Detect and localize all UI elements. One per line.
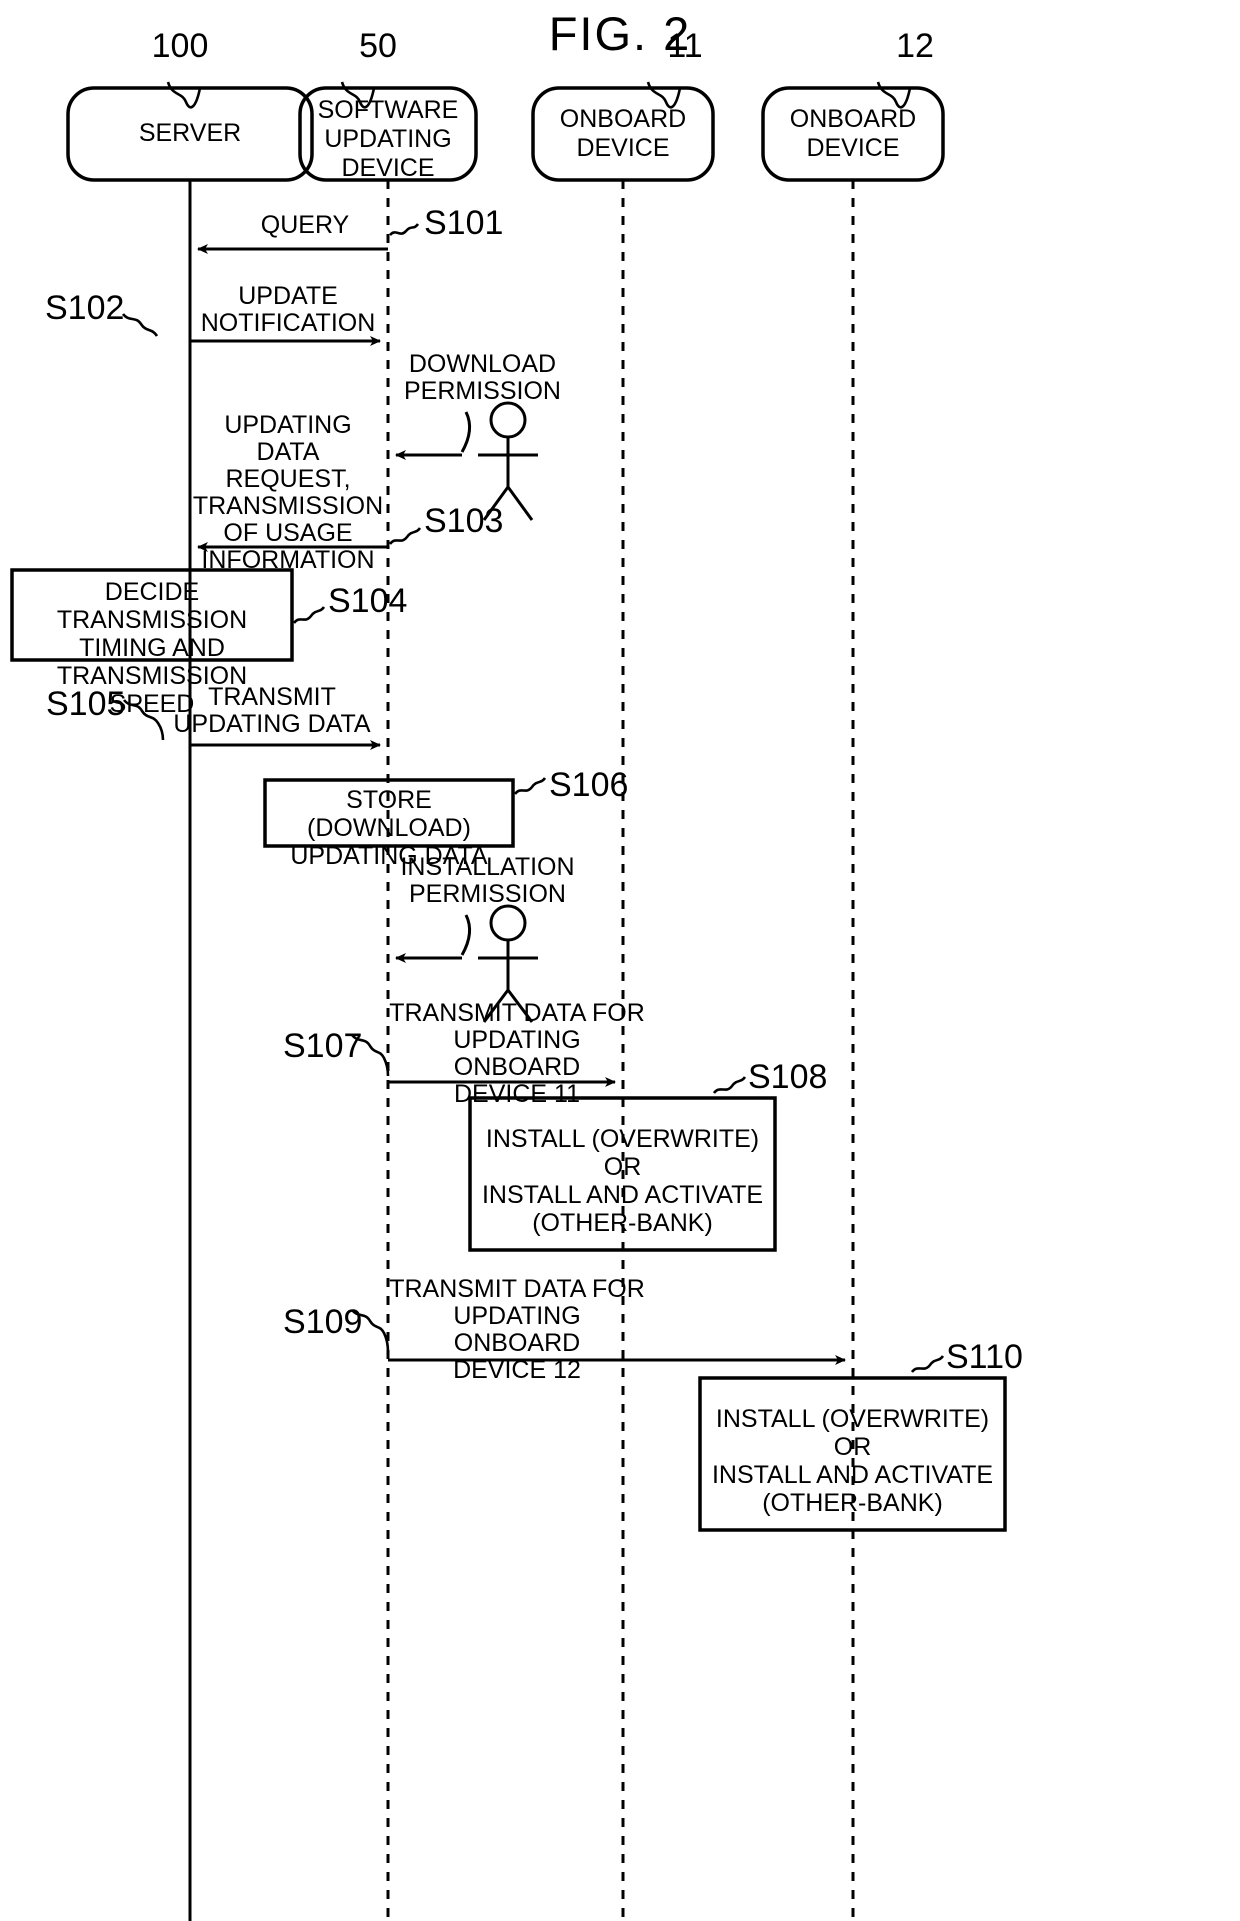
step-number-s110: S110	[946, 1338, 1023, 1376]
reference-number-12: 12	[896, 27, 934, 65]
actor-label-software-updating-device: SOFTWARE UPDATING DEVICE	[317, 96, 459, 182]
step-number-s106: S106	[549, 766, 629, 804]
leader-line-12	[876, 81, 912, 109]
message-label-s107: TRANSMIT DATA FOR UPDATING ONBOARD DEVIC…	[389, 999, 645, 1108]
leader-line-100	[166, 81, 202, 109]
permission-hook-install	[460, 914, 471, 956]
reference-number-100: 100	[151, 27, 209, 65]
actor-label-onboard-device-12: ONBOARD DEVICE	[789, 105, 917, 162]
step-number-s109: S109	[283, 1303, 363, 1341]
leader-line-11	[646, 81, 682, 109]
actor-label-onboard-device-11: ONBOARD DEVICE	[559, 105, 687, 162]
message-label-s105: TRANSMIT UPDATING DATA	[173, 683, 371, 738]
actor-label-server: SERVER	[138, 119, 242, 147]
figure-canvas: FIG. 2 100 50 11 12 SERVER SOFTWARE UPDA…	[0, 0, 1240, 1921]
leader-line-s103	[388, 527, 422, 545]
diagram-linework	[10, 81, 1007, 1921]
leader-line-s106	[513, 777, 547, 795]
message-label-s101: QUERY	[260, 211, 350, 239]
message-label-s102: UPDATE NOTIFICATION	[200, 282, 376, 337]
reference-number-50: 50	[359, 27, 397, 65]
message-label-s109: TRANSMIT DATA FOR UPDATING ONBOARD DEVIC…	[389, 1275, 645, 1384]
leader-line-s102	[121, 313, 159, 337]
box-label-s110: INSTALL (OVERWRITE) OR INSTALL AND ACTIV…	[711, 1405, 994, 1517]
step-number-s105: S105	[46, 685, 126, 723]
leader-line-s110	[910, 1355, 945, 1373]
user-action-download-permission: DOWNLOAD PERMISSION	[404, 350, 561, 405]
step-number-s101: S101	[424, 204, 504, 242]
step-number-s107: S107	[283, 1027, 363, 1065]
step-number-s104: S104	[328, 582, 408, 620]
step-number-s103: S103	[424, 502, 504, 540]
leader-line-s108	[712, 1076, 747, 1094]
reference-number-11: 11	[667, 27, 703, 65]
user-action-installation-permission: INSTALLATION PERMISSION	[400, 853, 575, 908]
permission-hook-download	[460, 411, 471, 453]
step-number-s108: S108	[748, 1058, 828, 1096]
step-number-s102: S102	[45, 289, 125, 327]
leader-line-s101	[389, 223, 420, 236]
leader-line-s104	[292, 606, 326, 624]
message-label-s103: UPDATING DATA REQUEST, TRANSMISSION OF U…	[192, 411, 384, 574]
box-label-s108: INSTALL (OVERWRITE) OR INSTALL AND ACTIV…	[481, 1125, 764, 1237]
